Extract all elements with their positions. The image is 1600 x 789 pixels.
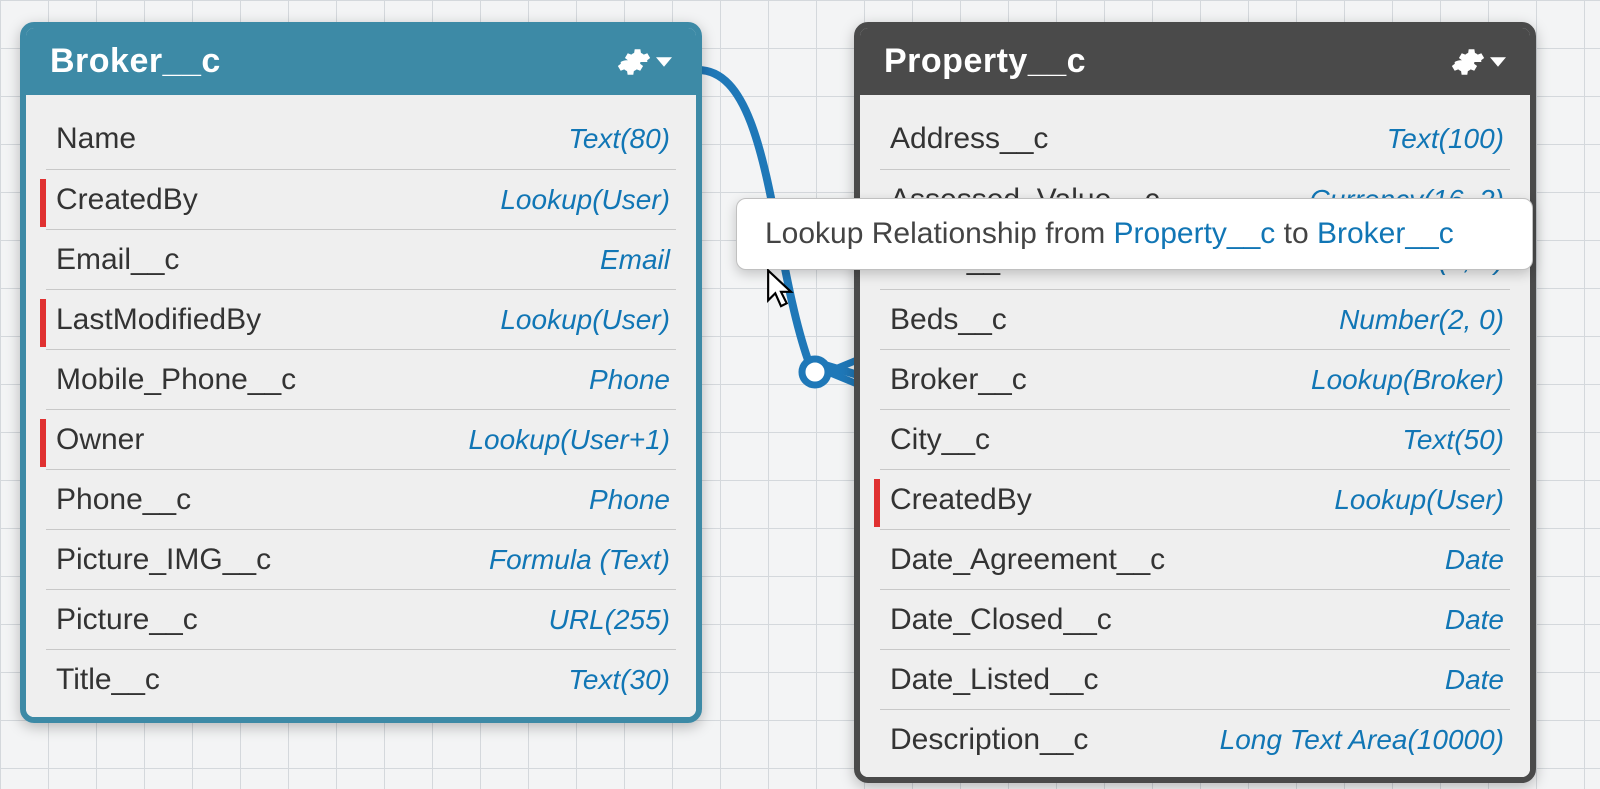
field-name: Name — [46, 122, 136, 156]
field-row[interactable]: Picture_IMG__c Formula (Text) — [46, 529, 676, 589]
field-name: Title__c — [46, 663, 160, 697]
field-row[interactable]: Date_Closed__c Date — [880, 589, 1510, 649]
field-name: Date_Closed__c — [880, 603, 1112, 637]
field-type: Lookup(User+1) — [468, 424, 676, 456]
field-row[interactable]: Date_Agreement__c Date — [880, 529, 1510, 589]
field-row[interactable]: LastModifiedBy Lookup(User) — [46, 289, 676, 349]
field-type: Date — [1445, 544, 1510, 576]
field-type: Phone — [589, 364, 676, 396]
field-type: Date — [1445, 604, 1510, 636]
tooltip-to-object[interactable]: Broker__c — [1317, 217, 1454, 250]
field-row[interactable]: Description__c Long Text Area(10000) — [880, 709, 1510, 769]
chevron-down-icon — [1490, 54, 1506, 70]
field-name: Owner — [46, 423, 144, 457]
field-row[interactable]: City__c Text(50) — [880, 409, 1510, 469]
tooltip-from-object[interactable]: Property__c — [1114, 217, 1276, 250]
tooltip-middle: to — [1275, 217, 1317, 250]
field-row[interactable]: Phone__c Phone — [46, 469, 676, 529]
field-type: Lookup(User) — [1334, 484, 1510, 516]
field-row[interactable]: Email__c Email — [46, 229, 676, 289]
field-row[interactable]: Owner Lookup(User+1) — [46, 409, 676, 469]
field-type: Text(30) — [568, 664, 676, 696]
field-type: Lookup(User) — [500, 304, 676, 336]
field-row[interactable]: Beds__c Number(2, 0) — [880, 289, 1510, 349]
field-row[interactable]: Name Text(80) — [46, 109, 676, 169]
field-row[interactable]: Broker__c Lookup(Broker) — [880, 349, 1510, 409]
panel-title: Broker__c — [50, 42, 221, 81]
gear-icon — [1451, 45, 1485, 79]
field-name: Date_Agreement__c — [880, 543, 1165, 577]
field-name: Picture__c — [46, 603, 198, 637]
relationship-tooltip: Lookup Relationship from Property__c to … — [736, 198, 1533, 270]
field-name: Address__c — [880, 122, 1048, 156]
field-type: Text(80) — [568, 123, 676, 155]
object-panel-property[interactable]: Property__c Address__cText(100)Assessed_… — [854, 22, 1536, 783]
field-name: CreatedBy — [880, 483, 1032, 517]
field-name: City__c — [880, 423, 990, 457]
object-panel-broker[interactable]: Broker__c Name Text(80) CreatedBy Lookup(Us… — [20, 22, 702, 723]
field-type: Text(100) — [1387, 123, 1510, 155]
field-type: Phone — [589, 484, 676, 516]
field-name: Mobile_Phone__c — [46, 363, 296, 397]
field-type: Number(2, 0) — [1339, 304, 1510, 336]
panel-settings-property[interactable] — [1451, 45, 1506, 79]
panel-title: Property__c — [884, 42, 1086, 81]
field-type: Lookup(Broker) — [1311, 364, 1510, 396]
field-type: Date — [1445, 664, 1510, 696]
field-type: URL(255) — [549, 604, 676, 636]
field-name: Phone__c — [46, 483, 191, 517]
field-row[interactable]: Date_Listed__c Date — [880, 649, 1510, 709]
field-row[interactable]: Title__c Text(30) — [46, 649, 676, 709]
field-type: Text(50) — [1402, 424, 1510, 456]
chevron-down-icon — [656, 54, 672, 70]
field-name: Beds__c — [880, 303, 1007, 337]
field-name: Description__c — [880, 723, 1088, 757]
panel-header-broker[interactable]: Broker__c — [26, 28, 696, 95]
field-name: LastModifiedBy — [46, 303, 261, 337]
panel-header-property[interactable]: Property__c — [860, 28, 1530, 95]
panel-body-broker: Name Text(80) CreatedBy Lookup(User) Email__… — [26, 95, 696, 717]
field-name: Email__c — [46, 243, 179, 277]
panel-settings-broker[interactable] — [617, 45, 672, 79]
field-type: Formula (Text) — [489, 544, 676, 576]
tooltip-prefix: Lookup Relationship from — [765, 217, 1114, 250]
field-row[interactable]: CreatedBy Lookup(User) — [46, 169, 676, 229]
field-name: Broker__c — [880, 363, 1027, 397]
field-name: Date_Listed__c — [880, 663, 1098, 697]
gear-icon — [617, 45, 651, 79]
field-type: Long Text Area(10000) — [1220, 724, 1510, 756]
mouse-cursor-icon — [766, 269, 796, 309]
field-row[interactable]: Picture__c URL(255) — [46, 589, 676, 649]
field-name: CreatedBy — [46, 183, 198, 217]
field-type: Email — [600, 244, 676, 276]
field-row[interactable]: CreatedBy Lookup(User) — [880, 469, 1510, 529]
field-type: Lookup(User) — [500, 184, 676, 216]
field-name: Picture_IMG__c — [46, 543, 271, 577]
field-row[interactable]: Address__c Text(100) — [880, 109, 1510, 169]
field-row[interactable]: Mobile_Phone__c Phone — [46, 349, 676, 409]
